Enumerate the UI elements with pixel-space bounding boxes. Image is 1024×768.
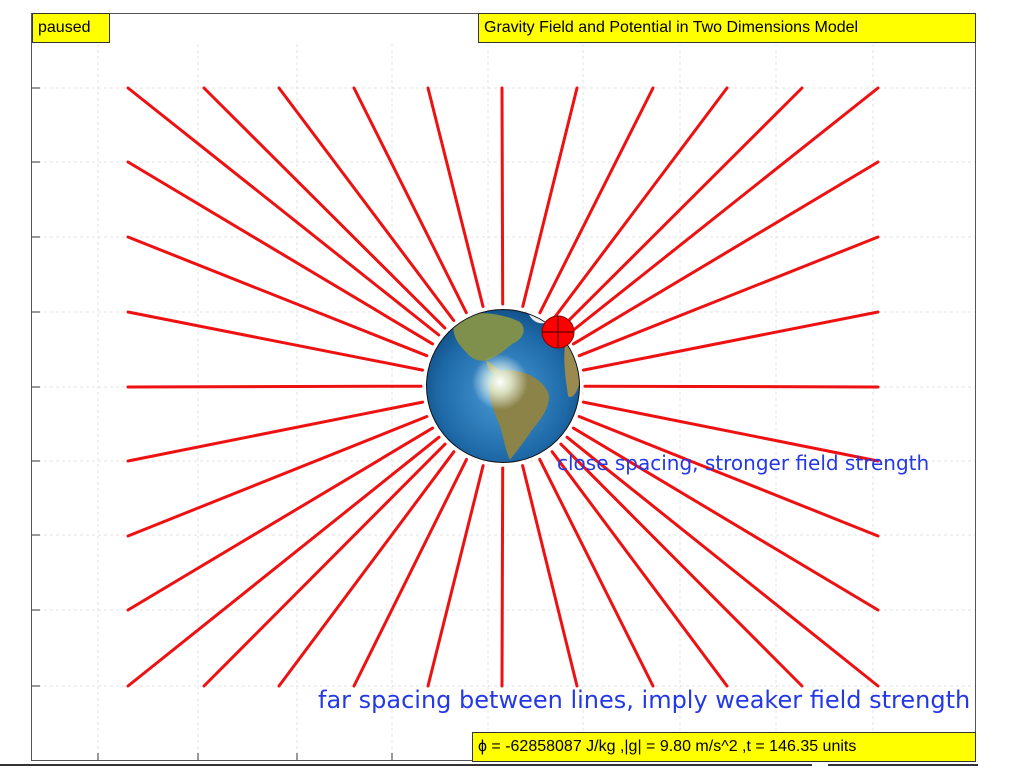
status-label[interactable]: paused bbox=[32, 13, 110, 43]
field-line bbox=[500, 86, 505, 306]
field-line bbox=[521, 464, 579, 688]
field-diagram bbox=[32, 44, 975, 760]
far-spacing-annotation: far spacing between lines, imply weaker … bbox=[318, 686, 971, 714]
field-line bbox=[426, 464, 485, 688]
status-text: paused bbox=[38, 19, 91, 36]
title-label: Gravity Field and Potential in Two Dimen… bbox=[478, 13, 976, 43]
field-line bbox=[521, 86, 579, 308]
field-line bbox=[426, 86, 485, 308]
readout-panel: ϕ = -62858087 J/kg ,|g| = 9.80 m/s^2 ,t … bbox=[472, 732, 976, 762]
field-line bbox=[126, 400, 425, 463]
close-spacing-annotation: close spacing, stronger field strength bbox=[557, 451, 930, 475]
field-line bbox=[126, 384, 423, 389]
title-text: Gravity Field and Potential in Two Dimen… bbox=[484, 19, 859, 36]
field-line bbox=[559, 86, 804, 330]
field-line bbox=[500, 466, 505, 688]
field-line bbox=[581, 310, 880, 372]
field-line bbox=[550, 86, 729, 322]
bottom-divider-right bbox=[828, 764, 978, 766]
field-line bbox=[126, 235, 429, 358]
bottom-divider bbox=[0, 764, 812, 766]
field-line bbox=[571, 160, 880, 346]
field-line bbox=[202, 442, 447, 688]
field-line bbox=[550, 450, 729, 688]
field-line bbox=[126, 160, 435, 346]
field-line bbox=[352, 86, 468, 315]
field-line bbox=[277, 86, 456, 322]
field-line bbox=[583, 384, 880, 389]
test-mass-icon[interactable] bbox=[541, 315, 575, 349]
readout-text: ϕ = -62858087 J/kg ,|g| = 9.80 m/s^2 ,t … bbox=[478, 738, 857, 755]
field-line bbox=[277, 450, 456, 688]
field-line bbox=[202, 86, 447, 330]
field-line bbox=[577, 415, 880, 538]
field-line bbox=[126, 310, 425, 372]
field-line bbox=[126, 415, 429, 538]
field-line bbox=[559, 442, 804, 688]
field-line bbox=[577, 235, 880, 358]
